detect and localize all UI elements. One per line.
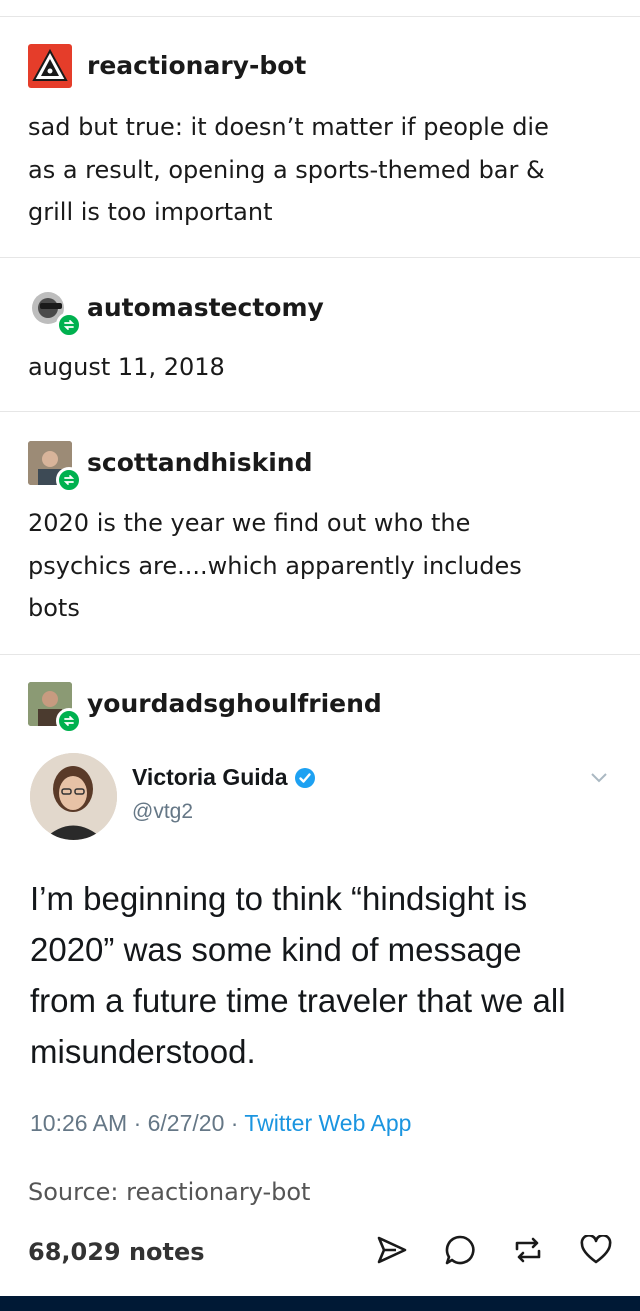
post-text-line: 2020 is the year we find out who the: [28, 509, 471, 537]
post-header-yourdadsghoulfriend: yourdadsghoulfriend: [28, 682, 382, 734]
tweet-author-name: Victoria Guida: [132, 764, 288, 790]
post-body: sad but true: it doesn’t matter if peopl…: [28, 106, 618, 234]
chevron-down-icon: [588, 770, 610, 789]
avatar[interactable]: [28, 441, 82, 493]
tweet-timestamp: 10:26 AM · 6/27/20 ·: [30, 1110, 245, 1136]
post-text-line: bots: [28, 594, 80, 622]
divider: [0, 16, 640, 17]
post-body: 2020 is the year we find out who the psy…: [28, 502, 618, 630]
tweet-text: I’m beginning to think “hindsight is 202…: [30, 873, 600, 1077]
post-username[interactable]: scottandhiskind: [87, 448, 312, 478]
avatar[interactable]: [28, 286, 82, 338]
post-username[interactable]: automastectomy: [87, 293, 324, 323]
post-username[interactable]: yourdadsghoulfriend: [87, 689, 382, 719]
avatar[interactable]: [28, 682, 82, 734]
post-actions: [344, 1230, 616, 1270]
reblog-badge-icon: [56, 467, 82, 493]
reblog-badge-icon: [56, 708, 82, 734]
post-header-scottandhiskind: scottandhiskind: [28, 441, 312, 493]
bottom-bar: [0, 1296, 640, 1311]
post-text-line: grill is too important: [28, 198, 273, 226]
divider: [0, 411, 640, 412]
tweet-author: Victoria Guida: [132, 764, 316, 791]
post-text-line: sad but true: it doesn’t matter if peopl…: [28, 113, 549, 141]
post-body: august 11, 2018: [28, 346, 618, 389]
tweet-app-link: Twitter Web App: [244, 1110, 412, 1136]
tweet-text-line: 2020” was some kind of message: [30, 931, 522, 968]
divider: [0, 257, 640, 258]
tweet-avatar: [30, 753, 117, 840]
tweet-text-line: from a future time traveler that we all: [30, 982, 566, 1019]
post-text-line: psychics are....which apparently include…: [28, 551, 522, 580]
post-text-line: as a result, opening a sports-themed bar…: [28, 155, 545, 184]
comment-icon[interactable]: [440, 1230, 480, 1270]
warning-triangle-icon: [28, 44, 72, 88]
avatar[interactable]: [28, 44, 72, 88]
share-icon[interactable]: [372, 1230, 412, 1270]
post-source[interactable]: Source: reactionary-bot: [28, 1178, 310, 1206]
post-username[interactable]: reactionary-bot: [87, 51, 306, 81]
reblog-badge-icon: [56, 312, 82, 338]
notes-count[interactable]: 68,029 notes: [28, 1238, 205, 1266]
reblog-icon[interactable]: [508, 1230, 548, 1270]
post-header-reactionary-bot: reactionary-bot: [28, 44, 306, 88]
post-header-automastectomy: automastectomy: [28, 286, 324, 338]
tweet-text-line: misunderstood.: [30, 1033, 256, 1070]
tweet-text-line: I’m beginning to think “hindsight is: [30, 880, 528, 917]
post-text-line: august 11, 2018: [28, 353, 225, 381]
divider: [0, 654, 640, 655]
verified-icon: [294, 767, 316, 789]
tweet-handle: @vtg2: [132, 800, 194, 823]
tweet-meta: 10:26 AM · 6/27/20 · Twitter Web App: [30, 1110, 411, 1137]
heart-icon[interactable]: [576, 1230, 616, 1270]
